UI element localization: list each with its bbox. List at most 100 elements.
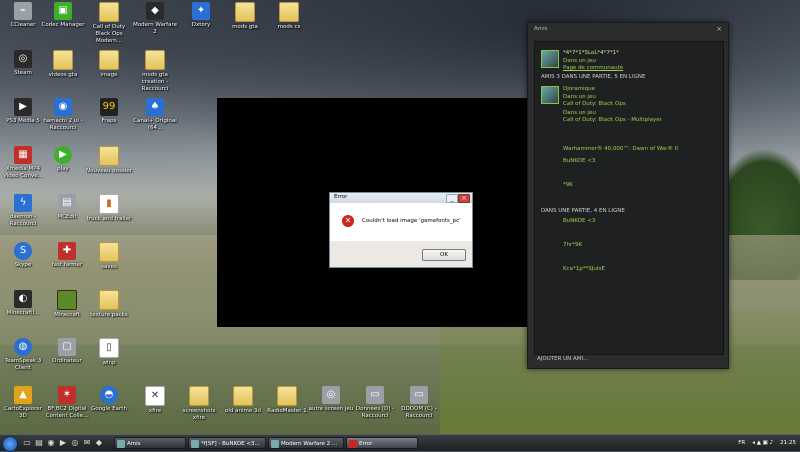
minimize-button[interactable]: _	[446, 194, 458, 203]
task-chat[interactable]: *f[SF] - BuNKOE <3...	[188, 437, 266, 449]
close-button[interactable]: ×	[458, 194, 470, 203]
dialog-titlebar[interactable]: Error _ ×	[330, 193, 472, 203]
friend-game: Warhammer® 40,000™: Dawn of War® II	[563, 146, 679, 152]
file-icon: ▮	[99, 194, 119, 214]
desktop-icon-videos[interactable]: videos gta	[40, 50, 86, 79]
app-icon: ▤	[58, 194, 76, 212]
ok-button[interactable]: OK	[422, 249, 466, 261]
desktop-icon-xfire[interactable]: ✕ xfire	[132, 386, 178, 415]
friends-close-button[interactable]: ×	[716, 25, 722, 33]
desktop-icon-screenshots[interactable]: screenshots xfire	[176, 386, 222, 422]
desktop-icon-mcedit[interactable]: ▤ MCEdit	[44, 194, 90, 221]
tray-icons[interactable]: ◂ ▲ ▣ ♪	[752, 440, 773, 446]
self-profile[interactable]: *4*7*1*SLoL*4*7*1* Dans un jeu Page de c…	[541, 50, 623, 71]
task-modern-warfare[interactable]: Modern Warfare 2 ...	[268, 437, 344, 449]
desktop-icon-dxtory[interactable]: ✦ Dxtory	[178, 2, 224, 29]
app-icon: ▣	[54, 2, 72, 20]
teamspeak-icon: ◍	[14, 338, 32, 356]
folder-icon	[235, 2, 255, 22]
community-link[interactable]: Page de communauté	[563, 65, 623, 71]
desktop-icon-donnees[interactable]: ▭ Données (D) - Raccourci	[352, 386, 398, 420]
chat-icon[interactable]: ✉	[82, 438, 92, 448]
desktop-icon-minecraft[interactable]: Minecraft	[44, 290, 90, 319]
desktop-icon-daemon[interactable]: ϟ daemon - Raccourci	[0, 194, 46, 228]
desktop-icon-hamachi[interactable]: ◉ hamachi 2 ui - Raccourci	[40, 98, 86, 132]
fraps-icon: 99	[100, 98, 118, 116]
desktop-icon-dddom[interactable]: ▭ DDDOM (C) - Raccourci	[396, 386, 442, 420]
desktop-icon-old-anime[interactable]: old anime 3d	[220, 386, 266, 415]
desktop-icon-mods-cs[interactable]: mods cs	[266, 2, 312, 31]
dialog-body: ✕ Couldn't load image 'gamefonts_pc'	[330, 203, 472, 241]
add-friend-button[interactable]: AJOUTER UN AMI...	[537, 356, 588, 362]
media-icon[interactable]: ▶	[58, 438, 68, 448]
desktop-icon-google-earth[interactable]: ◓ Google Earth	[86, 386, 132, 413]
desktop-icon-teamspeak[interactable]: ◍ TeamSpeak 3 Client	[0, 338, 46, 372]
app-icon: ▶	[14, 98, 32, 116]
desktop-icon-quick[interactable]: ▭	[22, 438, 32, 448]
error-icon: ✕	[342, 215, 354, 227]
friends-title: Amis	[534, 26, 548, 32]
desktop-icon-radiomaster[interactable]: RadioMaster 1	[264, 386, 310, 415]
desktop-icon-ordinateur[interactable]: ▢ Ordinateur	[44, 338, 90, 365]
folder-icon	[99, 146, 119, 166]
desktop-icon-cod[interactable]: Call of Duty Black Ops Modern...	[86, 2, 132, 45]
app-icon: ▦	[14, 146, 32, 164]
desktop-icon-truck[interactable]: ▮ truck and trailer	[86, 194, 132, 223]
file-icon: ▯	[99, 338, 119, 358]
folder-icon[interactable]: ▤	[34, 438, 44, 448]
play-icon: ▶	[54, 146, 72, 164]
desktop-icon-saves[interactable]: saves	[86, 242, 132, 271]
desktop-icon-image[interactable]: image	[86, 50, 132, 79]
error-icon	[349, 440, 357, 448]
game-icon[interactable]: ◆	[94, 438, 104, 448]
app-icon: ◐	[14, 290, 32, 308]
self-name[interactable]: *4*7*1*SLoL*4*7*1*	[563, 50, 619, 56]
desktop-icon-texture[interactable]: texture packs	[86, 290, 132, 319]
steam-icon[interactable]: ◎	[70, 438, 80, 448]
skype-icon: S	[14, 242, 32, 260]
desktop-icon-nouveau[interactable]: Nouveau dossier	[86, 146, 132, 175]
folder-icon	[99, 290, 119, 310]
desktop-icon-minecraft-installer[interactable]: ◐ MinecraftI...	[0, 290, 46, 317]
folder-icon	[279, 2, 299, 22]
desktop-icon-bf[interactable]: ✶ BF:BC2 Digital Content Colle...	[44, 386, 90, 420]
dialog-title: Error	[334, 194, 348, 200]
error-dialog: Error _ × ✕ Couldn't load image 'gamefon…	[329, 192, 473, 268]
clock[interactable]: 21:25	[780, 440, 796, 446]
desktop-icon-mods-creation[interactable]: mods gta creation - Raccourci	[132, 50, 178, 93]
friend-name: 7hr*9K	[563, 242, 583, 248]
minecraft-icon	[57, 290, 77, 310]
game-icon: ◆	[146, 2, 164, 20]
drive-icon: ▭	[410, 386, 428, 404]
friends-section-header[interactable]: AMIS 3 DANS UNE PARTIE, 5 EN LIGNE	[541, 74, 645, 80]
friend-name: *9K	[563, 182, 573, 188]
desktop-icon-fraps[interactable]: 99 Fraps	[86, 98, 132, 125]
steam-icon	[117, 440, 125, 448]
desktop-icon-play[interactable]: ▶ play	[40, 146, 86, 173]
app-icon: ▲	[14, 386, 32, 404]
desktop-icon-codec[interactable]: ▣ Codec Manager	[40, 2, 86, 29]
desktop-icon-fast[interactable]: ✚ fast farmer	[44, 242, 90, 269]
language-indicator[interactable]: FR	[738, 440, 745, 446]
broom-icon: ⌁	[14, 2, 32, 20]
folder-icon	[233, 386, 253, 406]
app-icon: ◉	[54, 98, 72, 116]
desktop-icon-carto[interactable]: ▲ CartoExplorer 3D	[0, 386, 46, 420]
app-icon: ϟ	[14, 194, 32, 212]
task-error[interactable]: Error	[346, 437, 418, 449]
desktop-icon-wlnp[interactable]: ▯ wlnp	[86, 338, 132, 367]
desktop-icon-skype[interactable]: S Skype	[0, 242, 46, 269]
browser-icon[interactable]: ◉	[46, 438, 56, 448]
steam-icon: ◎	[14, 50, 32, 68]
desktop-icon-mw[interactable]: ◆ Modern Warfare 2	[132, 2, 178, 36]
task-amis[interactable]: Amis	[114, 437, 186, 449]
desktop-icon-mods-gta[interactable]: mods gta	[222, 2, 268, 31]
folder-icon	[189, 386, 209, 406]
desktop-icon-canal[interactable]: ♠ Canal+ Original (64...	[132, 98, 178, 132]
friend-item[interactable]: Djoramique Dans un jeu Call of Duty: Bla…	[541, 86, 626, 107]
game-icon	[271, 440, 279, 448]
app-icon: ◎	[322, 386, 340, 404]
friends-section-header[interactable]: DANS UNE PARTIE, 4 EN LIGNE	[541, 208, 625, 214]
friend-game: Call of Duty: Black Ops - Multiplayer	[563, 117, 662, 123]
desktop-icon-autre[interactable]: ◎ autre screen jeu	[308, 386, 354, 413]
